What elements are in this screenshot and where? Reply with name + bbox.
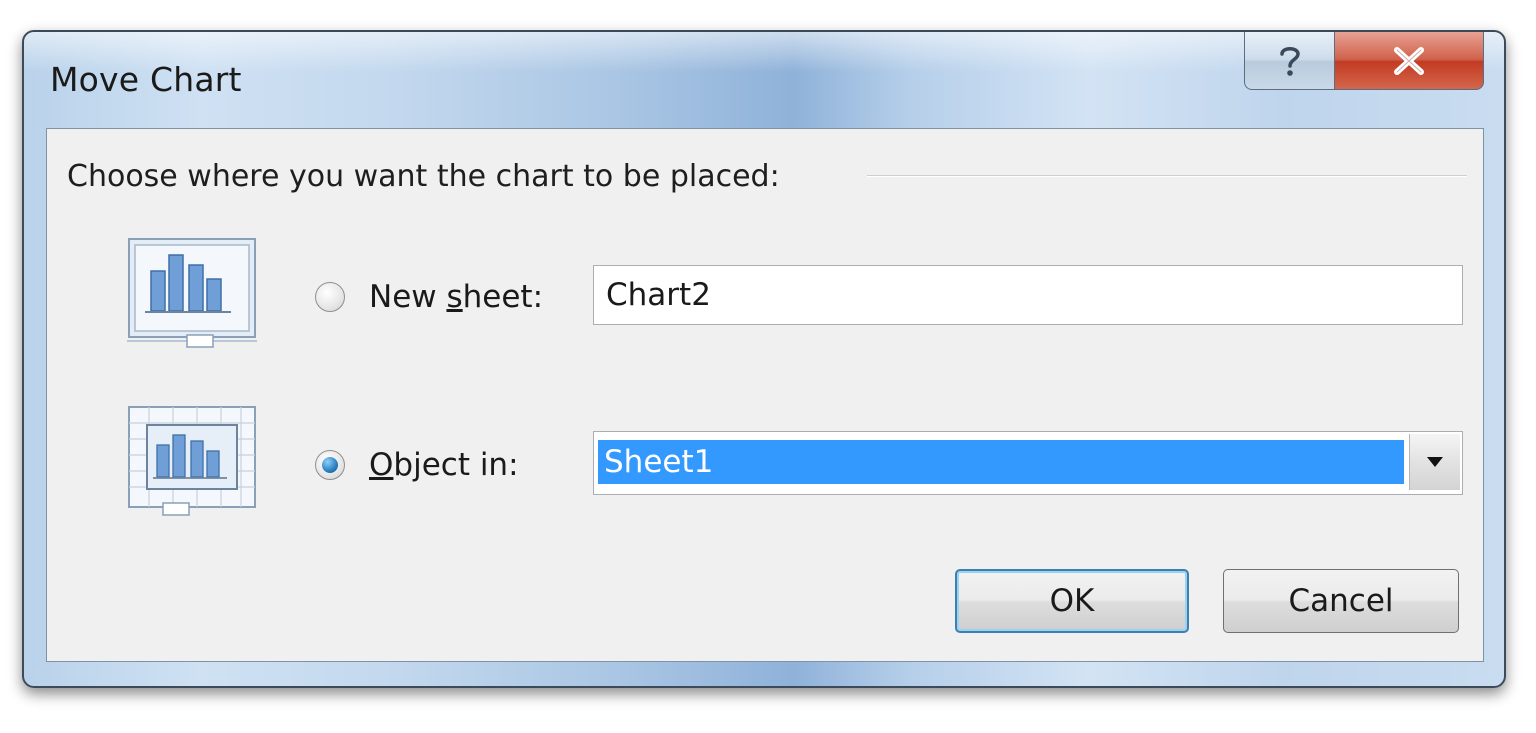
close-button[interactable]	[1334, 32, 1484, 90]
dialog-title: Move Chart	[50, 60, 242, 99]
chart-sheet-icon	[127, 238, 257, 348]
new-sheet-name-value: Chart2	[606, 277, 711, 313]
new-sheet-label-post: heet:	[462, 279, 544, 315]
caption-buttons	[1244, 32, 1484, 94]
object-in-radio[interactable]	[315, 450, 345, 480]
embedded-chart-icon	[128, 406, 256, 516]
placement-group-label: Choose where you want the chart to be pl…	[67, 159, 794, 194]
new-sheet-radio[interactable]	[315, 282, 345, 312]
object-in-label[interactable]: Object in:	[369, 447, 519, 483]
new-sheet-label-pre: New	[369, 279, 447, 315]
close-icon	[1394, 46, 1424, 75]
dialog-body: Choose where you want the chart to be pl…	[46, 128, 1484, 662]
help-icon	[1279, 46, 1300, 76]
new-sheet-name-input[interactable]: Chart2	[593, 265, 1463, 325]
ok-button[interactable]: OK	[955, 569, 1189, 633]
selected-sheet-value: Sheet1	[598, 440, 1404, 484]
dropdown-arrow-icon	[1427, 457, 1443, 467]
new-sheet-option[interactable]: New sheet:	[315, 279, 543, 315]
new-sheet-label[interactable]: New sheet:	[369, 279, 543, 315]
group-separator	[867, 175, 1467, 177]
cancel-button[interactable]: Cancel	[1223, 569, 1459, 633]
dropdown-button[interactable]	[1409, 434, 1460, 490]
object-in-label-post: bject in:	[393, 447, 519, 483]
radio-selected-dot	[322, 457, 338, 473]
object-in-sheet-select[interactable]: Sheet1	[593, 431, 1463, 495]
move-chart-dialog: Move Chart Choose where you want the cha…	[22, 30, 1506, 688]
screen: Move Chart Choose where you want the cha…	[0, 0, 1536, 733]
new-sheet-mnemonic: s	[446, 279, 463, 315]
object-in-option[interactable]: Object in:	[315, 447, 519, 483]
object-in-mnemonic: O	[369, 447, 394, 483]
help-button[interactable]	[1244, 32, 1334, 90]
